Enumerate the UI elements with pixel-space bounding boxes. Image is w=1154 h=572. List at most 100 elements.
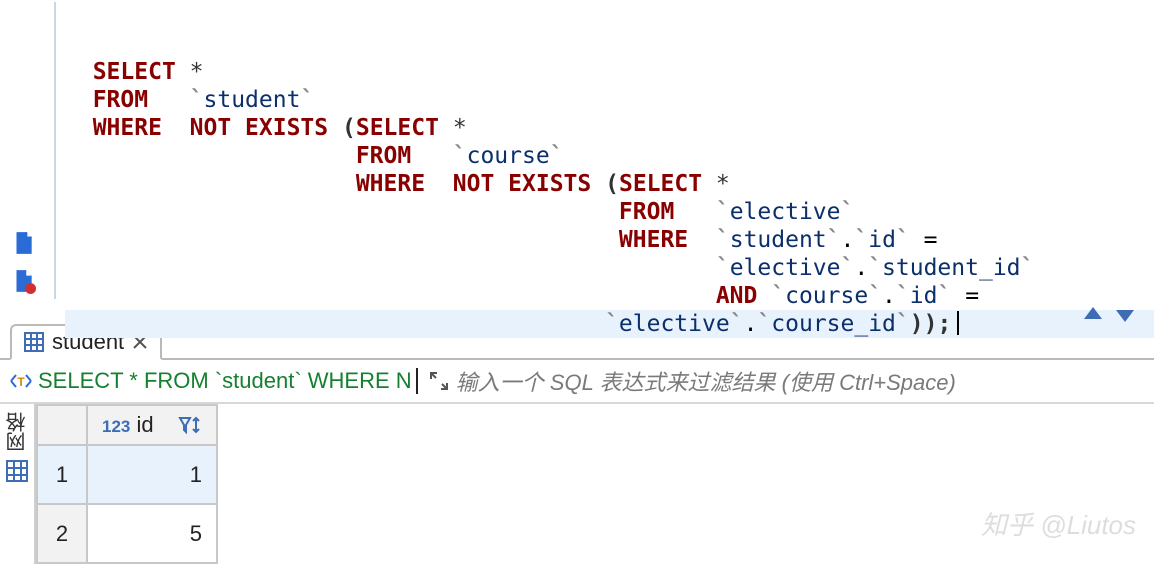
token-sp <box>176 58 190 86</box>
table-row[interactable]: 11 <box>37 445 217 504</box>
token-kw: FROM <box>619 199 674 225</box>
token-star: * <box>716 171 730 197</box>
token-paren: ) <box>924 311 938 337</box>
token-sp <box>425 170 453 198</box>
row-number[interactable]: 2 <box>37 504 87 563</box>
column-header-id[interactable]: 123 id <box>87 405 217 445</box>
editor-gutter <box>0 0 45 320</box>
token-id: student <box>204 87 301 113</box>
token-sp <box>93 198 619 226</box>
new-file-icon <box>10 230 36 256</box>
token-bt: ` <box>605 311 619 337</box>
code-line[interactable]: WHERE `student`.`id` = <box>65 226 1154 254</box>
token-kw: WHERE <box>356 171 425 197</box>
token-sp <box>93 142 356 170</box>
token-paren: ( <box>605 171 619 197</box>
table-row[interactable]: 25 <box>37 504 217 563</box>
result-grid-zone: 网格 123 id <box>0 404 1154 564</box>
token-sp <box>411 142 453 170</box>
token-kw: WHERE <box>93 115 162 141</box>
cell-id[interactable]: 5 <box>87 504 217 563</box>
token-bt: ` <box>757 311 771 337</box>
filter-sort-icon[interactable] <box>178 415 202 435</box>
token-sp <box>93 310 605 338</box>
token-bt: ` <box>896 283 910 309</box>
code-line[interactable]: SELECT * <box>65 58 1154 86</box>
corner-cell[interactable] <box>37 405 87 445</box>
token-sp <box>93 170 356 198</box>
token-id: course <box>785 283 868 309</box>
token-bt: ` <box>896 311 910 337</box>
token-sp <box>702 170 716 198</box>
token-sp <box>757 282 771 310</box>
token-bt: ` <box>716 227 730 253</box>
grid-side-label: 网格 <box>3 412 32 452</box>
code-line[interactable]: AND `course`.`id` = <box>65 282 1154 310</box>
token-bt: ` <box>840 255 854 281</box>
token-id: elective <box>730 199 841 225</box>
code-line[interactable]: FROM `course` <box>65 142 1154 170</box>
cell-id[interactable]: 1 <box>87 445 217 504</box>
token-bt: ` <box>868 283 882 309</box>
token-star: * <box>190 59 204 85</box>
token-sp <box>328 114 342 142</box>
token-kw: SELECT <box>93 59 176 85</box>
token-kw: FROM <box>93 87 148 113</box>
token-paren: ) <box>910 311 924 337</box>
token-bt: ` <box>300 87 314 113</box>
nav-arrows <box>1084 307 1134 323</box>
token-op: . <box>882 283 896 309</box>
code-line[interactable]: `elective`.`student_id` <box>65 254 1154 282</box>
table-icon <box>24 332 44 352</box>
sql-tag-icon: T <box>8 370 34 392</box>
sql-editor[interactable]: SELECT * FROM `student` WHERE NOT EXISTS… <box>0 0 1154 320</box>
token-bt: ` <box>716 199 730 225</box>
text-cursor <box>957 311 959 335</box>
token-op: = <box>924 227 938 253</box>
token-kw: SELECT <box>619 171 702 197</box>
token-id: id <box>868 227 896 253</box>
token-id: student_id <box>882 255 1020 281</box>
token-op: = <box>965 283 979 309</box>
code-area[interactable]: SELECT * FROM `student` WHERE NOT EXISTS… <box>65 0 1154 320</box>
token-kw: SELECT <box>356 115 439 141</box>
token-bt: ` <box>730 311 744 337</box>
token-bt: ` <box>937 283 951 309</box>
token-kw: WHERE <box>619 227 688 253</box>
nav-up-icon[interactable] <box>1084 307 1102 323</box>
grid-icon <box>6 460 28 482</box>
token-sp <box>162 114 190 142</box>
code-line[interactable]: `elective`.`course_id`)); <box>65 310 1154 338</box>
fold-guide <box>45 0 65 320</box>
token-bt: ` <box>896 227 910 253</box>
token-star: * <box>453 115 467 141</box>
token-sp <box>93 254 716 282</box>
token-id: elective <box>619 311 730 337</box>
token-bt: ` <box>453 143 467 169</box>
token-op: . <box>744 311 758 337</box>
token-sp <box>910 226 924 254</box>
token-bt: ` <box>550 143 564 169</box>
code-line[interactable]: WHERE NOT EXISTS (SELECT * <box>65 114 1154 142</box>
token-kw: NOT EXISTS <box>190 115 328 141</box>
token-sp <box>951 282 965 310</box>
token-sp <box>93 226 619 254</box>
token-kw: AND <box>716 283 758 309</box>
token-id: course_id <box>771 311 896 337</box>
result-table[interactable]: 123 id 1125 <box>36 404 218 564</box>
token-bt: ` <box>827 227 841 253</box>
token-sp <box>439 114 453 142</box>
token-bt: ` <box>840 199 854 225</box>
grid-side-tab[interactable]: 网格 <box>0 404 36 564</box>
token-sp <box>93 282 716 310</box>
token-sp <box>148 86 190 114</box>
code-line[interactable]: WHERE NOT EXISTS (SELECT * <box>65 170 1154 198</box>
code-line[interactable]: FROM `student` <box>65 86 1154 114</box>
token-semi: ; <box>937 311 951 337</box>
token-paren: ( <box>342 115 356 141</box>
token-kw: FROM <box>356 143 411 169</box>
token-sp <box>591 170 605 198</box>
code-line[interactable]: FROM `elective` <box>65 198 1154 226</box>
row-number[interactable]: 1 <box>37 445 87 504</box>
nav-down-icon[interactable] <box>1116 307 1134 323</box>
